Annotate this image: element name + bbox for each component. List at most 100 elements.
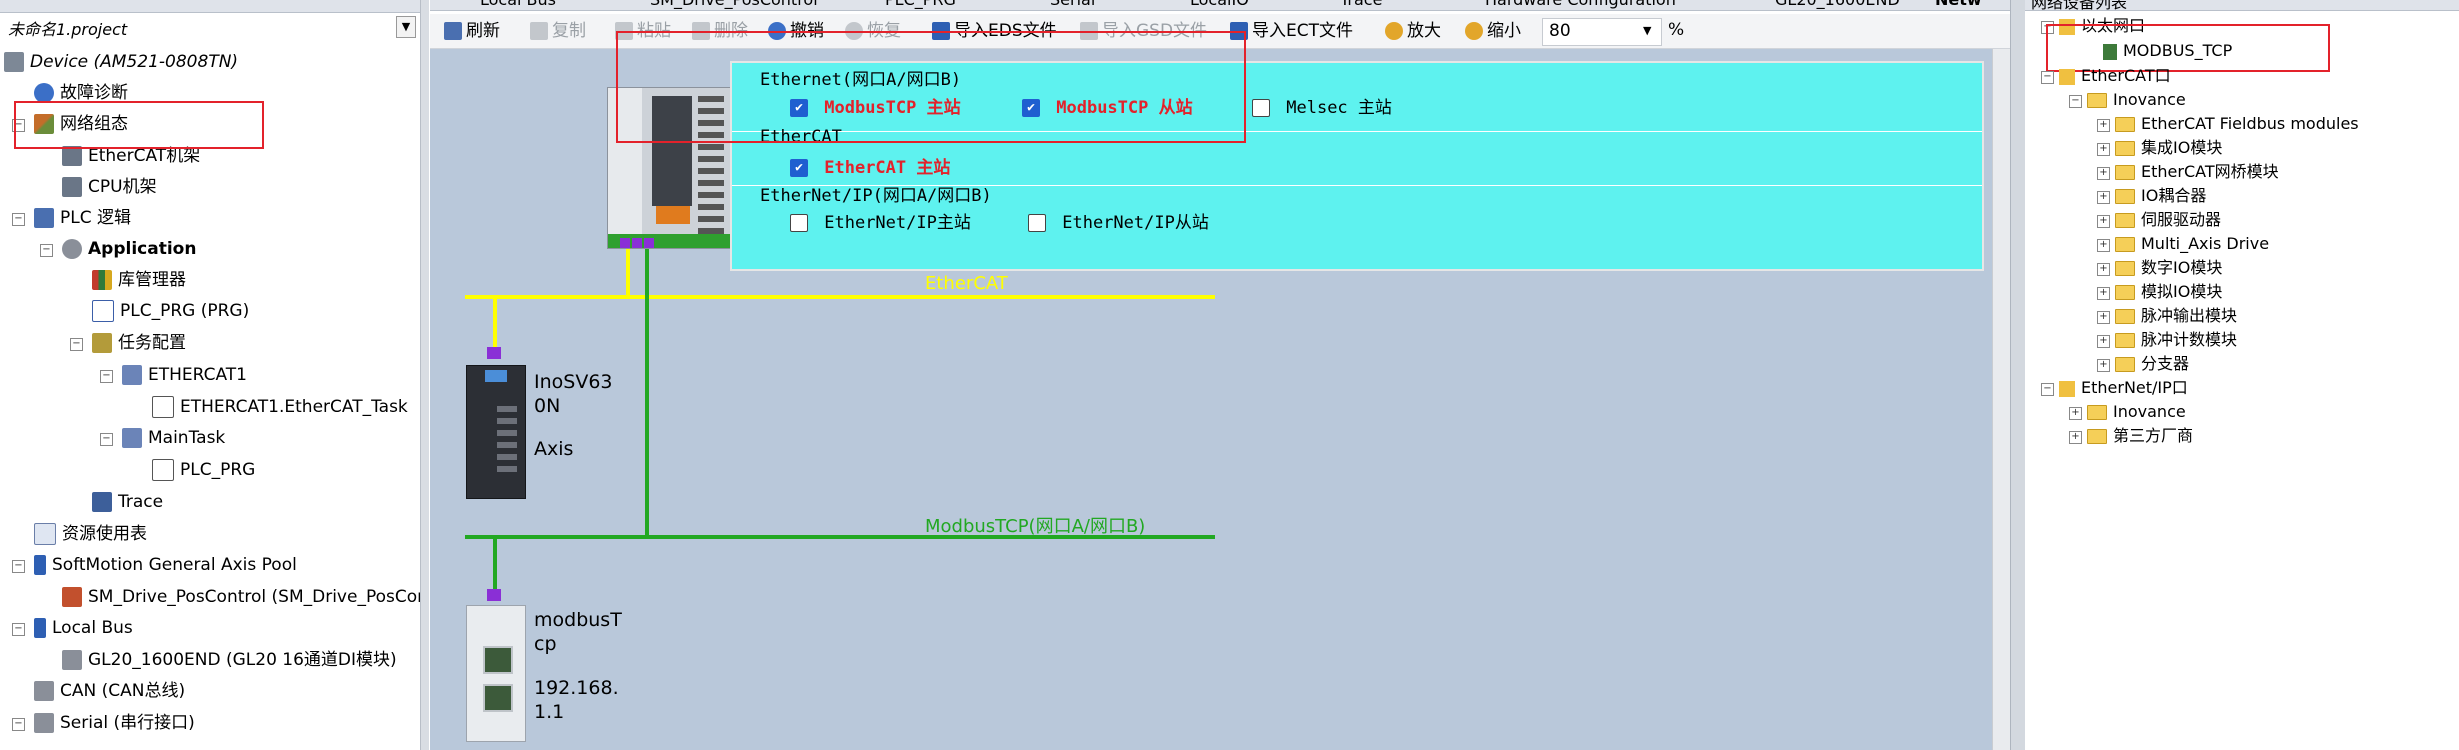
expand-icon[interactable]: + [2097, 239, 2110, 252]
folder-icon [2087, 405, 2107, 420]
expand-icon[interactable]: + [2097, 335, 2110, 348]
tab-network[interactable]: Netw [1935, 0, 1982, 9]
tree-item-device[interactable]: Device (AM521-0808TN) [4, 47, 238, 77]
servo-name-line1: InoSV63 [534, 371, 613, 393]
ethercat-master-checkbox[interactable]: ✔ [790, 159, 808, 177]
rt-item-ethercat-fieldbus[interactable]: EtherCAT Fieldbus modules [2115, 112, 2359, 136]
expand-icon[interactable]: + [2097, 215, 2110, 228]
tab-local-bus[interactable]: Local Bus [480, 0, 556, 9]
tab-hardware-config[interactable]: Hardware Configuration [1485, 0, 1676, 9]
tree-item-library-manager[interactable]: 库管理器 [92, 265, 186, 295]
tree-item-ethercat1[interactable]: ETHERCAT1 [122, 360, 247, 390]
eip-slave-checkbox[interactable] [1028, 214, 1046, 232]
tree-item-maintask[interactable]: MainTask [122, 423, 225, 453]
import-ect-button[interactable]: 导入ECT文件 [1230, 17, 1353, 45]
right-splitter[interactable] [2010, 0, 2026, 750]
tree-item-plc-logic[interactable]: PLC 逻辑 [34, 203, 131, 233]
expand-icon[interactable]: + [2097, 263, 2110, 276]
tab-serial[interactable]: Serial [1050, 0, 1095, 9]
canvas-vertical-scrollbar[interactable] [1992, 49, 2011, 750]
rt-item-ethercat-bridge[interactable]: EtherCAT网桥模块 [2115, 160, 2279, 184]
expand-icon[interactable]: + [2069, 407, 2082, 420]
rt-item-pulse-output[interactable]: 脉冲输出模块 [2115, 304, 2237, 328]
servo-device[interactable] [466, 365, 526, 499]
collapse-icon[interactable]: − [40, 244, 53, 257]
left-splitter[interactable] [420, 0, 429, 750]
zoom-combobox[interactable]: 80 ▼ [1542, 18, 1662, 46]
rt-item-inovance[interactable]: Inovance [2087, 88, 2186, 112]
expand-icon[interactable]: + [2097, 143, 2110, 156]
chevron-down-icon[interactable]: ▼ [1643, 24, 1651, 37]
zoom-value: 80 [1549, 21, 1571, 41]
rt-item-third-party[interactable]: 第三方厂商 [2087, 424, 2193, 448]
expand-icon[interactable]: + [2097, 191, 2110, 204]
tree-item-serial[interactable]: Serial (串行接口) [34, 708, 195, 738]
tree-item-resource-table[interactable]: 资源使用表 [34, 519, 147, 549]
rt-item-ethercat-port[interactable]: EtherCAT口 [2059, 64, 2171, 88]
rack-icon [62, 177, 82, 197]
expand-icon[interactable]: + [2069, 431, 2082, 444]
tree-item-maintask-plc-prg[interactable]: PLC_PRG [152, 455, 255, 485]
melsec-master-checkbox[interactable] [1252, 99, 1270, 117]
ethercat-master-option[interactable]: ✔ EtherCAT 主站 [790, 153, 950, 178]
zoom-out-button[interactable]: 缩小 [1465, 17, 1521, 45]
tab-gl20[interactable]: GL20_1600END [1775, 0, 1900, 9]
expand-icon[interactable]: + [2097, 167, 2110, 180]
rt-item-pulse-counter[interactable]: 脉冲计数模块 [2115, 328, 2237, 352]
rt-item-digital-io[interactable]: 数字IO模块 [2115, 256, 2222, 280]
tree-item-local-bus[interactable]: Local Bus [34, 613, 133, 643]
rt-item-io-coupler[interactable]: IO耦合器 [2115, 184, 2206, 208]
eip-slave-option[interactable]: EtherNet/IP从站 [1028, 208, 1209, 233]
collapse-icon[interactable]: − [100, 370, 113, 383]
rt-item-multi-axis[interactable]: Multi_Axis Drive [2115, 232, 2269, 256]
tab-localio[interactable]: LocalIO [1190, 0, 1249, 9]
tree-item-axis-pool[interactable]: SoftMotion General Axis Pool [34, 550, 297, 580]
collapse-icon[interactable]: − [2041, 383, 2054, 396]
tree-item-application[interactable]: Application [62, 234, 196, 264]
tree-item-gl20[interactable]: GL20_1600END (GL20 16通道DI模块) [62, 645, 397, 675]
tree-item-ethercat-task-call[interactable]: ETHERCAT1.EtherCAT_Task [152, 392, 408, 422]
network-canvas[interactable]: EtherCAT ModbusTCP(网口A/网口B) Ethernet(网口A… [430, 31, 1992, 750]
expand-icon[interactable]: + [2097, 119, 2110, 132]
copy-button[interactable]: 复制 [530, 17, 586, 45]
can-icon [34, 681, 54, 701]
melsec-master-option[interactable]: Melsec 主站 [1252, 93, 1392, 118]
chevron-down-icon[interactable]: ▼ [396, 16, 416, 38]
collapse-icon[interactable]: − [12, 560, 25, 573]
rt-item-branch[interactable]: 分支器 [2115, 352, 2189, 376]
collapse-icon[interactable]: − [100, 433, 113, 446]
expand-icon[interactable]: + [2097, 311, 2110, 324]
tree-item-plc-prg[interactable]: PLC_PRG (PRG) [92, 296, 249, 326]
tree-item-sm-drive[interactable]: SM_Drive_PosControl (SM_Drive_PosControl… [62, 582, 420, 612]
expand-icon[interactable]: + [2097, 359, 2110, 372]
refresh-button[interactable]: 刷新 [444, 17, 500, 45]
tab-plc-prg[interactable]: PLC_PRG [885, 0, 956, 9]
device-list-pane: 网络设备列表 − 以太网口 MODBUS_TCP − EtherCAT口 − I… [2025, 0, 2459, 750]
rt-item-analog-io[interactable]: 模拟IO模块 [2115, 280, 2222, 304]
collapse-icon[interactable]: − [2069, 95, 2082, 108]
modbustcp-port-icon [483, 646, 513, 674]
tree-item-task-config[interactable]: 任务配置 [92, 328, 186, 358]
tab-trace[interactable]: Trace [1340, 0, 1382, 9]
collapse-icon[interactable]: − [12, 718, 25, 731]
rt-item-integrated-io[interactable]: 集成IO模块 [2115, 136, 2222, 160]
tab-sm-drive[interactable]: SM_Drive_PosControl [650, 0, 818, 9]
rt-item-eip-port[interactable]: EtherNet/IP口 [2059, 376, 2188, 400]
modbustcp-device[interactable] [466, 605, 526, 742]
zoom-out-icon [1465, 22, 1483, 40]
collapse-icon[interactable]: − [12, 213, 25, 226]
rt-item-servo-drive[interactable]: 伺服驱动器 [2115, 208, 2221, 232]
project-selector[interactable]: 未命名1.project ▼ [0, 14, 420, 42]
collapse-icon[interactable]: − [70, 338, 83, 351]
folder-icon [2115, 213, 2135, 228]
tree-item-cpu-rack[interactable]: CPU机架 [62, 172, 157, 202]
zoom-in-button[interactable]: 放大 [1385, 17, 1441, 45]
tree-item-can[interactable]: CAN (CAN总线) [34, 676, 185, 706]
expand-icon[interactable]: + [2097, 287, 2110, 300]
tree-item-trace[interactable]: Trace [92, 487, 163, 517]
rt-item-eip-inovance[interactable]: Inovance [2087, 400, 2186, 424]
collapse-icon[interactable]: − [2041, 71, 2054, 84]
eip-master-checkbox[interactable] [790, 214, 808, 232]
collapse-icon[interactable]: − [12, 623, 25, 636]
eip-master-option[interactable]: EtherNet/IP主站 [790, 208, 971, 233]
